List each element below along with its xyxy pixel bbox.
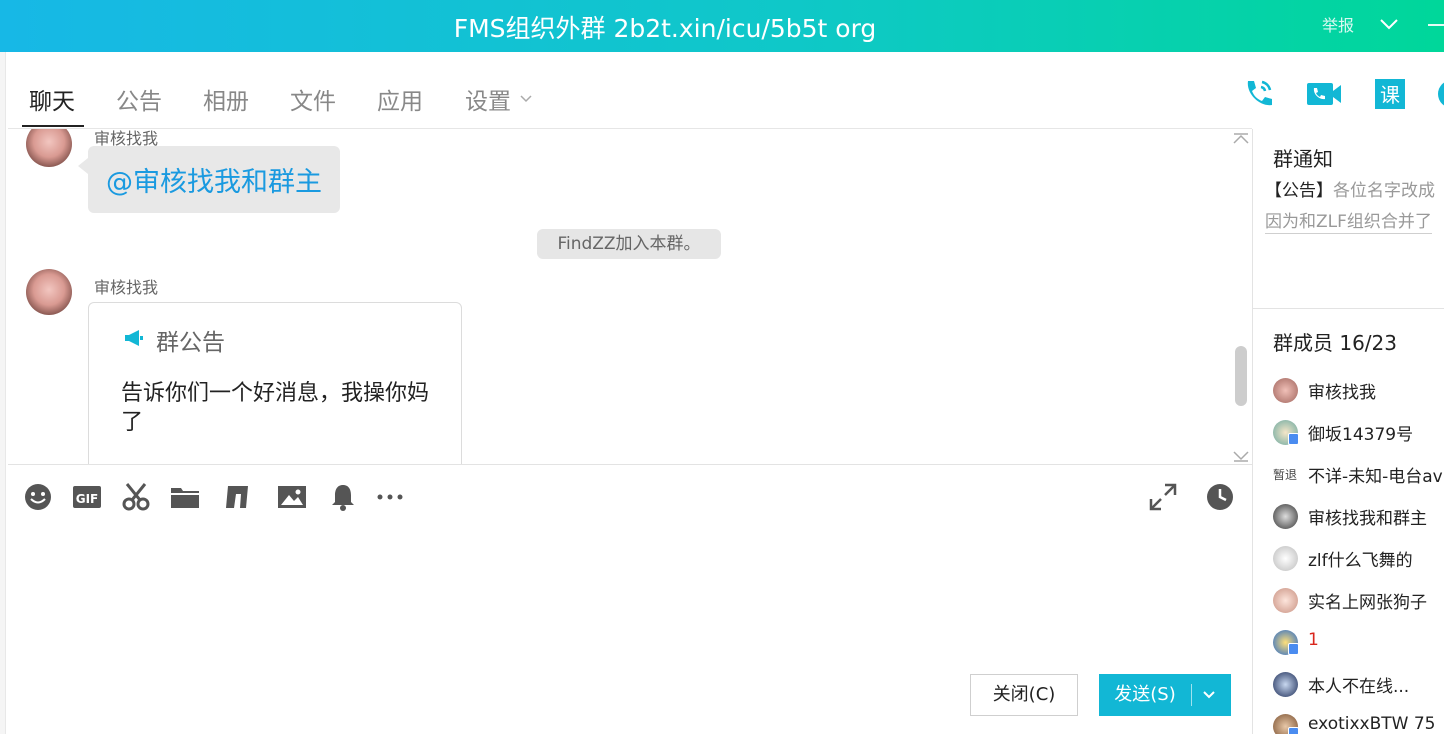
member-name: 审核找我和群主 xyxy=(1308,509,1427,529)
avatar xyxy=(1273,588,1298,613)
title-bar: FMS组织外群 2b2t.xin/icu/5b5t org 举报 xyxy=(0,0,1444,52)
member-name: 实名上网张狗子 xyxy=(1308,593,1427,613)
message-bubble[interactable]: @审核找我和群主 xyxy=(78,146,340,213)
chevron-down-icon[interactable] xyxy=(1378,13,1400,35)
phone-icon[interactable] xyxy=(1240,76,1276,112)
minimize-icon[interactable] xyxy=(1428,24,1444,26)
class-icon[interactable]: 课 xyxy=(1372,76,1408,112)
window-title: FMS组织外群 2b2t.xin/icu/5b5t org xyxy=(453,14,877,43)
scroll-down-icon[interactable] xyxy=(1232,449,1250,463)
gif-icon[interactable]: GIF xyxy=(72,482,102,512)
avatar xyxy=(1273,546,1298,571)
tab-settings[interactable]: 设置 xyxy=(465,82,533,116)
video-call-icon[interactable] xyxy=(1306,76,1342,112)
announcement-body: 告诉你们一个好消息，我操你妈了 xyxy=(121,381,430,435)
member-name: 御坂14379号 xyxy=(1308,425,1414,445)
message-input[interactable] xyxy=(20,524,1240,664)
scrollbar-thumb[interactable] xyxy=(1235,346,1247,406)
mobile-badge-icon xyxy=(1288,433,1299,445)
announcement-title: 群公告 xyxy=(156,330,225,356)
tab-files[interactable]: 文件 xyxy=(290,82,336,116)
svg-text:课: 课 xyxy=(1380,83,1400,107)
member-name: zlf什么飞舞的 xyxy=(1308,551,1413,571)
left-edge xyxy=(0,52,6,734)
away-tag: 暂退 xyxy=(1273,468,1298,482)
notice-prefix: 【公告】 xyxy=(1265,181,1333,201)
bell-icon[interactable] xyxy=(328,482,358,512)
group-notice-line[interactable]: 【公告】各位名字改成 xyxy=(1265,176,1435,201)
send-button-separator xyxy=(1191,684,1192,706)
send-button-label: 发送(S) xyxy=(1114,684,1176,705)
megaphone-icon xyxy=(125,330,143,346)
mobile-badge-icon xyxy=(1288,643,1299,655)
chat-history[interactable]: 审核找我 @审核找我和群主 FindZZ加入本群。 审核找我 群公告 告诉你们一… xyxy=(8,129,1252,465)
folder-icon[interactable] xyxy=(170,482,200,512)
input-divider xyxy=(8,464,1252,465)
close-button[interactable]: 关闭(C) xyxy=(970,674,1078,716)
emoji-icon[interactable] xyxy=(23,482,53,512)
member-name: exotixxBTW 75 xyxy=(1308,714,1436,734)
avatar[interactable] xyxy=(26,269,72,315)
announcement-card[interactable]: 群公告 告诉你们一个好消息，我操你妈了 xyxy=(88,302,462,465)
history-icon[interactable] xyxy=(1205,482,1235,512)
chevron-down-icon[interactable] xyxy=(1201,687,1217,703)
expand-icon[interactable] xyxy=(1148,482,1178,512)
active-tab-indicator xyxy=(22,125,84,127)
right-panel: 群通知 【公告】各位名字改成 因为和ZLF组织合并了 群成员 16/23 审核找… xyxy=(1253,129,1444,734)
image-icon[interactable] xyxy=(277,482,307,512)
more-apps-icon[interactable] xyxy=(1434,76,1444,112)
tab-album[interactable]: 相册 xyxy=(203,82,249,116)
scissors-icon[interactable] xyxy=(121,482,151,512)
notice-text: 各位名字改成 xyxy=(1333,181,1435,201)
svg-text:GIF: GIF xyxy=(76,492,99,506)
group-notice-line-2[interactable]: 因为和ZLF组织合并了 xyxy=(1265,207,1432,234)
send-button[interactable]: 发送(S) xyxy=(1099,674,1231,716)
mobile-badge-icon xyxy=(1288,727,1299,734)
tab-chat[interactable]: 聊天 xyxy=(29,82,75,116)
member-name: 审核找我 xyxy=(1308,383,1376,403)
member-name: 本人不在线... xyxy=(1308,677,1410,697)
panel-separator xyxy=(1253,308,1444,309)
group-notice-title: 群通知 xyxy=(1273,147,1333,171)
avatar xyxy=(1273,672,1298,697)
avatar xyxy=(1273,378,1298,403)
tab-apps[interactable]: 应用 xyxy=(377,82,423,116)
tab-settings-label: 设置 xyxy=(465,89,511,115)
chevron-down-icon xyxy=(520,95,532,103)
member-name: 不详-未知-电台av xyxy=(1308,467,1443,487)
scroll-up-icon[interactable] xyxy=(1232,132,1250,146)
system-message: FindZZ加入本群。 xyxy=(537,229,721,259)
avatar xyxy=(1273,504,1298,529)
members-title: 群成员 16/23 xyxy=(1273,331,1397,355)
shake-icon[interactable] xyxy=(222,482,252,512)
avatar[interactable] xyxy=(26,129,72,167)
tab-announcement[interactable]: 公告 xyxy=(116,82,162,116)
sender-name: 审核找我 xyxy=(94,278,159,297)
report-link[interactable]: 举报 xyxy=(1322,12,1354,36)
more-icon[interactable] xyxy=(375,482,405,512)
tab-bar: 聊天 公告 相册 文件 应用 设置 xyxy=(0,52,1252,129)
member-name: 1 xyxy=(1308,630,1319,650)
